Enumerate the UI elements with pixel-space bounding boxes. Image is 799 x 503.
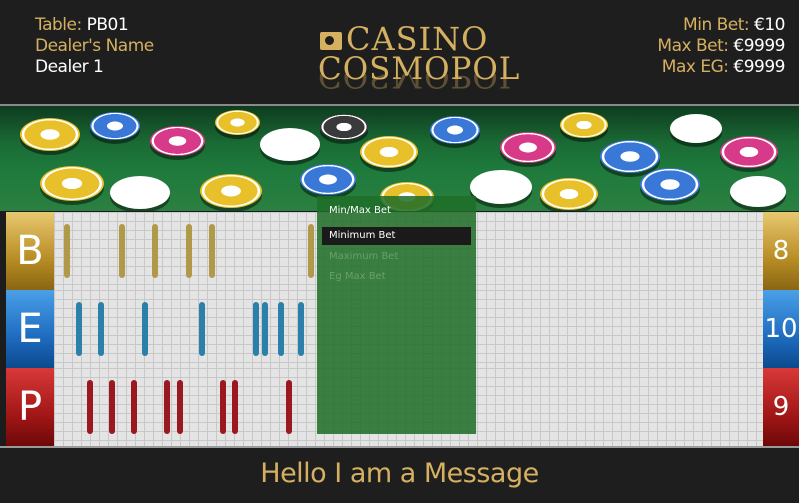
casino-chip-icon <box>320 114 368 140</box>
road-mark <box>308 224 314 278</box>
table-label: Table: <box>35 15 82 35</box>
road-mark <box>253 302 259 356</box>
road-mark <box>177 380 183 434</box>
bet-limits: Min Bet: €10 Max Bet: €9999 Max EG: €999… <box>657 15 785 78</box>
max-bet-value: €9999 <box>733 36 785 56</box>
dropdown-item-minimum-bet[interactable]: Minimum Bet <box>322 227 471 245</box>
casino-chip-icon <box>730 176 786 207</box>
table-value: PB01 <box>86 15 129 35</box>
dropdown-item-maximum-bet[interactable]: Maximum Bet <box>322 248 471 266</box>
road-mark <box>98 302 104 356</box>
casino-chip-icon <box>600 140 660 173</box>
casino-chip-icon <box>300 164 356 195</box>
road-letter-p: P <box>6 368 54 446</box>
road-mark <box>286 380 292 434</box>
road-mark <box>278 302 284 356</box>
road-mark <box>232 380 238 434</box>
road-count-p: 9 <box>763 368 799 446</box>
road-mark <box>152 224 158 278</box>
casino-chip-icon <box>40 166 104 201</box>
casino-chips-banner <box>0 104 799 211</box>
road-mark <box>220 380 226 434</box>
casino-chip-icon <box>670 114 722 143</box>
road-mark <box>164 380 170 434</box>
road-letter-b: B <box>6 212 54 290</box>
min-bet-label: Min Bet: <box>683 15 750 35</box>
header-bar: Table: PB01 Dealer's Name Dealer 1 CASIN… <box>0 0 799 104</box>
message-bar: Hello I am a Message <box>0 446 799 503</box>
dealer-label: Dealer's Name <box>35 36 154 56</box>
table-info: Table: PB01 Dealer's Name Dealer 1 <box>35 15 154 78</box>
casino-logo: CASINO COSMOPOL COSMOPOL <box>316 14 520 96</box>
message-text: Hello I am a Message <box>260 458 539 489</box>
max-bet-label: Max Bet: <box>657 36 729 56</box>
road-mark <box>109 380 115 434</box>
road-count-e: 10 <box>763 290 799 368</box>
casino-chip-icon <box>90 112 140 140</box>
casino-chip-icon <box>20 118 80 151</box>
casino-chip-icon <box>540 178 598 210</box>
casino-chip-icon <box>200 174 262 208</box>
casino-chip-icon <box>260 128 320 161</box>
road-mark <box>131 380 137 434</box>
road-mark <box>76 302 82 356</box>
road-mark <box>209 224 215 278</box>
casino-chip-icon <box>470 170 532 204</box>
road-mark <box>186 224 192 278</box>
casino-chip-icon <box>110 176 170 209</box>
casino-chip-icon <box>150 126 205 156</box>
casino-chip-icon <box>640 168 700 201</box>
road-mark <box>87 380 93 434</box>
max-eg-value: €9999 <box>733 57 785 77</box>
road-mark <box>64 224 70 278</box>
logo-reflection: COSMOPOL <box>318 74 521 94</box>
casino-chip-icon <box>720 136 778 168</box>
road-mark <box>142 302 148 356</box>
casino-chip-icon <box>500 132 556 163</box>
casino-chip-icon <box>215 110 260 135</box>
logo-emblem-icon <box>320 32 342 50</box>
max-eg-label: Max EG: <box>661 57 729 77</box>
min-max-bet-dropdown: Min/Max Bet Minimum Bet Maximum Bet Eg M… <box>317 196 476 434</box>
dealer-value: Dealer 1 <box>35 57 104 77</box>
dropdown-title: Min/Max Bet <box>329 205 391 216</box>
road-mark <box>119 224 125 278</box>
casino-chip-icon <box>560 112 608 138</box>
road-mark <box>199 302 205 356</box>
road-count-b: 8 <box>763 212 799 290</box>
road-letter-e: E <box>6 290 54 368</box>
road-mark <box>298 302 304 356</box>
dropdown-item-eg-max-bet[interactable]: Eg Max Bet <box>322 268 471 286</box>
min-bet-value: €10 <box>754 15 785 35</box>
casino-chip-icon <box>360 136 418 168</box>
road-mark <box>262 302 268 356</box>
casino-chip-icon <box>430 116 480 144</box>
